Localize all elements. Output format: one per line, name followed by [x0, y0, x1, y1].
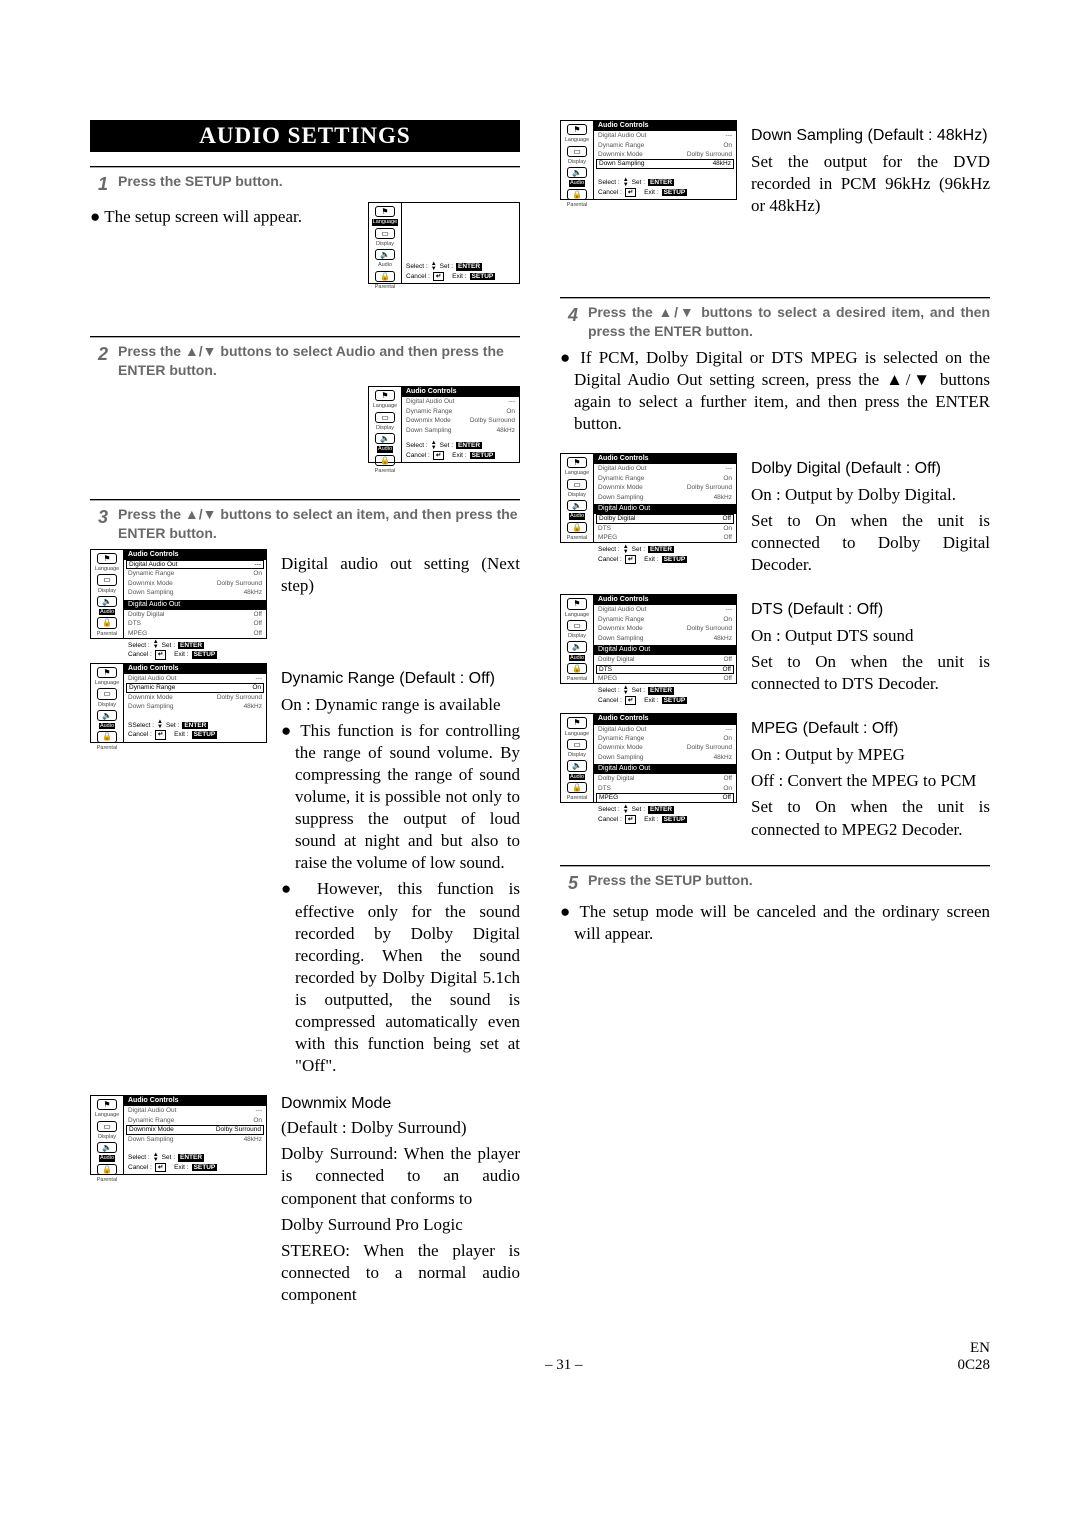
step-text: Press the SETUP button. — [118, 172, 283, 191]
speaker-icon: 🔈 — [375, 249, 395, 260]
return-key: ↵ — [433, 272, 444, 281]
step-1-body: ● The setup screen will appear. — [90, 206, 354, 228]
osd-downmix: ⚑Language ▭Display 🔈Audio 🔒Parental Audi… — [90, 1095, 267, 1175]
speaker-icon: 🔈 — [97, 596, 117, 607]
step-text: Press the ▲/▼ buttons to select a desire… — [588, 303, 990, 341]
osd-audio-controls-1: ⚑ Language ▭ Display 🔈 Audio 🔒 Parental … — [368, 386, 520, 463]
lock-icon: 🔒 — [97, 617, 117, 628]
mpeg-l2: Off : Convert the MPEG to PCM — [751, 770, 990, 792]
row-dr: Dynamic Range — [406, 408, 452, 415]
row-dm: Downmix Mode — [406, 417, 451, 424]
right-column: ⚑Language ▭Display 🔈Audio 🔒Parental Audi… — [560, 120, 990, 1310]
flag-icon: ⚑ — [375, 206, 395, 217]
mpeg-l1: On : Output by MPEG — [751, 744, 990, 766]
footer-code1: EN — [957, 1340, 990, 1357]
audio-label: Audio — [378, 262, 392, 268]
foot-set: Set : — [440, 263, 453, 270]
page: AUDIO SETTINGS 1 Press the SETUP button.… — [0, 0, 1080, 1414]
divider — [560, 865, 990, 867]
lock-icon: 🔒 — [375, 271, 395, 282]
downsamp-body: Set the output for the DVD recorded in P… — [751, 151, 990, 217]
dts-l2: Set to On when the unit is connected to … — [751, 651, 990, 695]
display-icon: ▭ — [97, 574, 117, 585]
step-4: 4 Press the ▲/▼ buttons to select a desi… — [560, 303, 990, 341]
foot-select: Select : — [406, 263, 428, 270]
section-title: AUDIO SETTINGS — [90, 120, 520, 152]
step-number: 2 — [90, 342, 108, 366]
row-dao: Digital Audio Out — [406, 398, 454, 405]
step-5-body: ● The setup mode will be canceled and th… — [560, 901, 990, 945]
downmix-l2: Dolby Surround Pro Logic — [281, 1214, 520, 1236]
step-text: Press the ▲/▼ buttons to select an item,… — [118, 505, 520, 543]
dolby-l1: On : Output by Dolby Digital. — [751, 484, 990, 506]
downsamp-head: Down Sampling (Default : 48kHz) — [751, 127, 988, 144]
setup-key: SETUP — [470, 273, 496, 280]
digital-audio-out-text: Digital audio out setting (Next step) — [281, 553, 520, 597]
step-text: Press the ▲/▼ buttons to select Audio an… — [118, 342, 520, 380]
step-number: 1 — [90, 172, 108, 196]
flag-icon: ⚑ — [97, 553, 117, 564]
foot-exit: Exit : — [452, 273, 466, 280]
dts-l1: On : Output DTS sound — [751, 625, 990, 647]
display-label: Display — [376, 241, 394, 247]
osd-digital-audio-out: ⚑Language ▭Display 🔈Audio 🔒Parental Audi… — [90, 549, 267, 639]
dolby-head: Dolby Digital (Default : Off) — [751, 460, 941, 477]
parental-label: Parental — [375, 468, 396, 474]
divider — [90, 166, 520, 168]
dolby-l2: Set to On when the unit is connected to … — [751, 510, 990, 576]
step-5: 5 Press the SETUP button. — [560, 871, 990, 895]
downmix-head: Downmix Mode — [281, 1095, 520, 1113]
step-4-body: ● If PCM, Dolby Digital or DTS MPEG is s… — [560, 347, 990, 435]
mpeg-l3: Set to On when the unit is connected to … — [751, 796, 990, 840]
step-number: 4 — [560, 303, 578, 327]
left-column: AUDIO SETTINGS 1 Press the SETUP button.… — [90, 120, 520, 1310]
step-3: 3 Press the ▲/▼ buttons to select an ite… — [90, 505, 520, 543]
lang-label: Language — [373, 403, 397, 409]
step-text: Press the SETUP button. — [588, 871, 753, 890]
downmix-l3: STEREO: When the player is connected to … — [281, 1240, 520, 1306]
display-label: Display — [376, 425, 394, 431]
row-ds: Down Sampling — [406, 427, 452, 434]
dyn-b1: ● This function is for controlling the r… — [281, 720, 520, 875]
osd-dynamic-range: ⚑Language ▭Display 🔈Audio 🔒Parental Audi… — [90, 663, 267, 743]
enter-key: ENTER — [456, 263, 482, 270]
step-2: 2 Press the ▲/▼ buttons to select Audio … — [90, 342, 520, 380]
osd-down-sampling: ⚑Language ▭Display 🔈Audio 🔒Parental Audi… — [560, 120, 737, 200]
divider — [90, 336, 520, 338]
divider — [560, 297, 990, 299]
page-number: – 31 – — [170, 1357, 957, 1374]
osd-mpeg: ⚑Language ▭Display 🔈Audio 🔒Parental Audi… — [560, 713, 737, 803]
display-icon: ▭ — [375, 228, 395, 239]
divider — [90, 499, 520, 501]
downmix-def: (Default : Dolby Surround) — [281, 1117, 520, 1139]
display-icon: ▭ — [375, 412, 395, 423]
audio-label: Audio — [377, 446, 393, 452]
dts-head: DTS (Default : Off) — [751, 601, 883, 618]
osd-dts: ⚑Language ▭Display 🔈Audio 🔒Parental Audi… — [560, 594, 737, 684]
mpeg-head: MPEG (Default : Off) — [751, 720, 898, 737]
dyn-on: On : Dynamic range is available — [281, 694, 520, 716]
speaker-icon: 🔈 — [375, 433, 395, 444]
osd-title: Audio Controls — [402, 387, 519, 397]
footer-code2: 0C28 — [957, 1357, 990, 1374]
lang-label: Language — [372, 219, 398, 225]
lock-icon: 🔒 — [375, 455, 395, 466]
flag-icon: ⚑ — [375, 390, 395, 401]
osd-dolby: ⚑Language ▭Display 🔈Audio 🔒Parental Audi… — [560, 453, 737, 543]
dyn-head: Dynamic Range (Default : Off) — [281, 670, 495, 687]
parental-label: Parental — [375, 284, 396, 290]
osd-setup: ⚑ Language ▭ Display 🔈 Audio 🔒 Parental … — [368, 202, 520, 284]
downmix-l1: Dolby Surround: When the player is conne… — [281, 1143, 520, 1209]
step-1: 1 Press the SETUP button. — [90, 172, 520, 196]
foot-cancel: Cancel : — [406, 273, 430, 280]
page-footer: – 31 – EN 0C28 — [90, 1340, 990, 1374]
dyn-b2: ● However, this function is effective on… — [281, 878, 520, 1077]
step-number: 3 — [90, 505, 108, 529]
step-number: 5 — [560, 871, 578, 895]
